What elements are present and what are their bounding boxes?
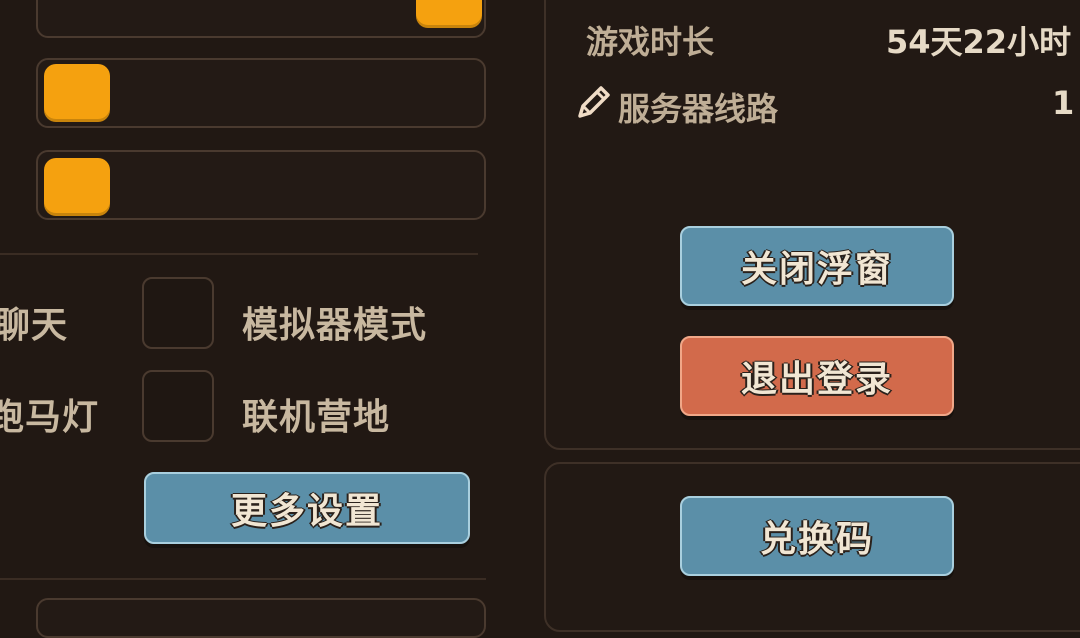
emulator-mode-checkbox[interactable]	[142, 277, 214, 349]
marquee-toggle-label: 跑马灯	[0, 397, 100, 438]
close-float-button[interactable]: 关闭浮窗	[680, 226, 954, 306]
online-camp-label: 联机营地	[242, 397, 391, 438]
slider-track-2[interactable]	[36, 58, 486, 128]
slider-track-3[interactable]	[36, 150, 486, 220]
settings-panel: 聊天 模拟器模式 跑马灯 联机营地 更多设置	[0, 0, 520, 638]
more-settings-button[interactable]: 更多设置	[144, 472, 470, 544]
redeem-code-button[interactable]: 兑换码	[680, 496, 954, 576]
play-time-value: 54天22小时	[886, 23, 1072, 61]
redeem-code-label: 兑换码	[759, 519, 874, 560]
chat-toggle-label: 聊天	[0, 305, 69, 346]
emulator-mode-label: 模拟器模式	[242, 305, 428, 346]
next-section-box	[36, 598, 486, 638]
section-divider	[0, 253, 478, 255]
slider-track-1[interactable]	[36, 0, 486, 38]
server-line-label: 服务器线路	[618, 90, 779, 128]
online-camp-checkbox[interactable]	[142, 370, 214, 442]
server-line-value: 1	[1052, 84, 1075, 122]
pencil-icon[interactable]	[574, 82, 614, 122]
bottom-divider	[0, 578, 486, 580]
slider-knob-1[interactable]	[416, 0, 482, 28]
logout-label: 退出登录	[740, 359, 893, 400]
more-settings-label: 更多设置	[230, 491, 383, 532]
play-time-label: 游戏时长	[586, 23, 715, 61]
slider-knob-2[interactable]	[44, 64, 110, 122]
logout-button[interactable]: 退出登录	[680, 336, 954, 416]
slider-knob-3[interactable]	[44, 158, 110, 216]
close-float-label: 关闭浮窗	[740, 249, 893, 290]
